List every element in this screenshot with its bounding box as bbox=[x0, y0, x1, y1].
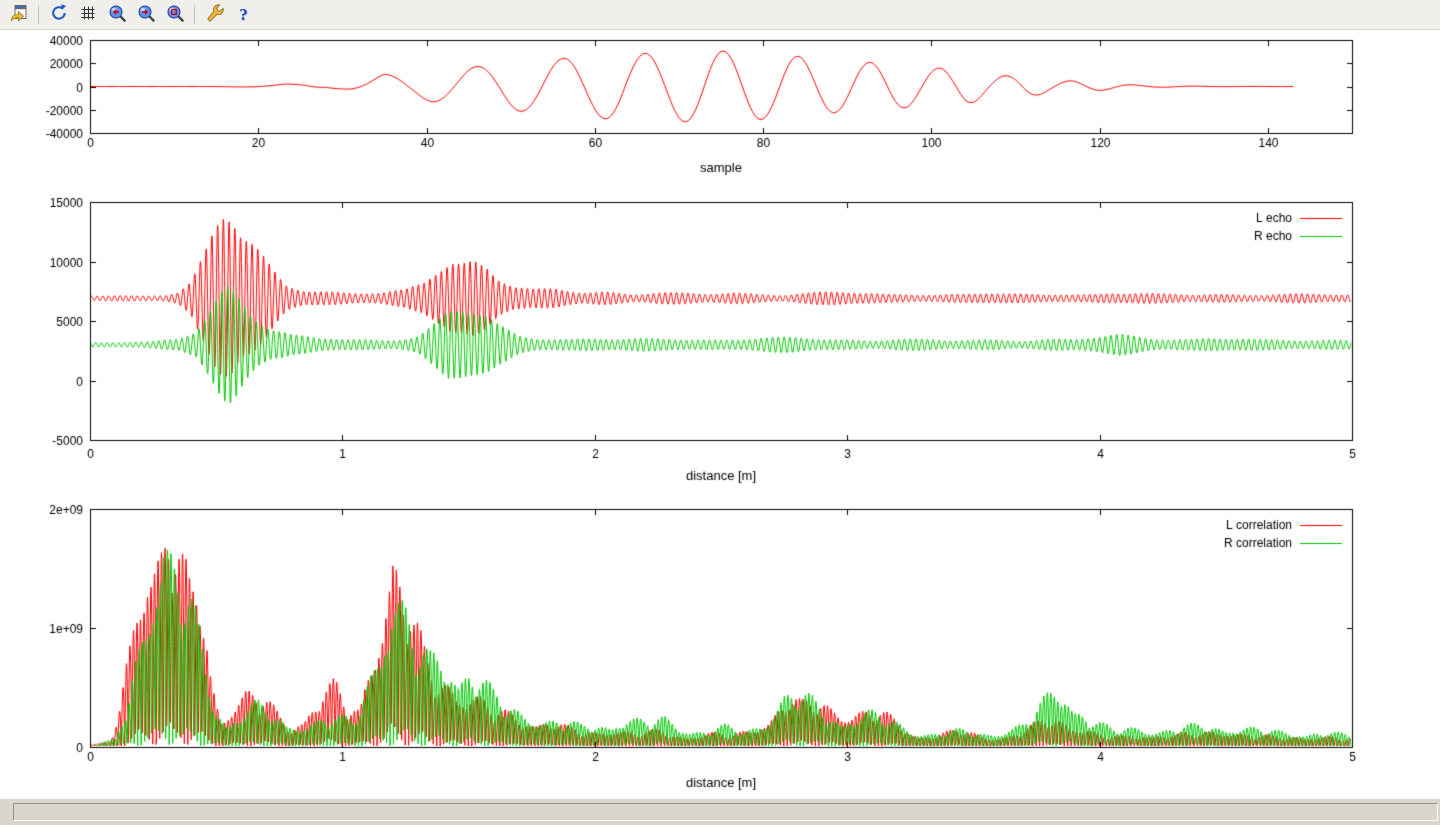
toolbar-separator bbox=[38, 5, 39, 24]
status-bar-grip bbox=[2, 803, 13, 821]
echo-plot-canvas[interactable] bbox=[0, 190, 1440, 495]
gnuplot-window: ? bbox=[0, 0, 1440, 825]
export-button[interactable] bbox=[5, 2, 32, 27]
zoom-next-icon bbox=[136, 3, 156, 26]
autoscale-button[interactable] bbox=[161, 2, 188, 27]
refresh-icon bbox=[49, 3, 69, 26]
toolbar: ? bbox=[0, 0, 1440, 30]
status-bar bbox=[0, 798, 1440, 825]
zoom-next-button[interactable] bbox=[132, 2, 159, 27]
correlation-plot-canvas[interactable] bbox=[0, 495, 1440, 795]
status-bar-field bbox=[13, 803, 1438, 821]
grid-icon bbox=[78, 3, 98, 26]
zoom-previous-icon bbox=[107, 3, 127, 26]
signal-plot-canvas[interactable] bbox=[0, 30, 1440, 190]
wrench-icon bbox=[205, 3, 225, 26]
replot-button[interactable] bbox=[45, 2, 72, 27]
help-button[interactable]: ? bbox=[230, 2, 257, 27]
zoom-previous-button[interactable] bbox=[103, 2, 130, 27]
configure-button[interactable] bbox=[201, 2, 228, 27]
autoscale-icon bbox=[165, 3, 185, 26]
toolbar-separator bbox=[194, 5, 195, 24]
export-clipboard-icon bbox=[9, 3, 29, 26]
help-icon: ? bbox=[239, 6, 248, 23]
toggle-grid-button[interactable] bbox=[74, 2, 101, 27]
